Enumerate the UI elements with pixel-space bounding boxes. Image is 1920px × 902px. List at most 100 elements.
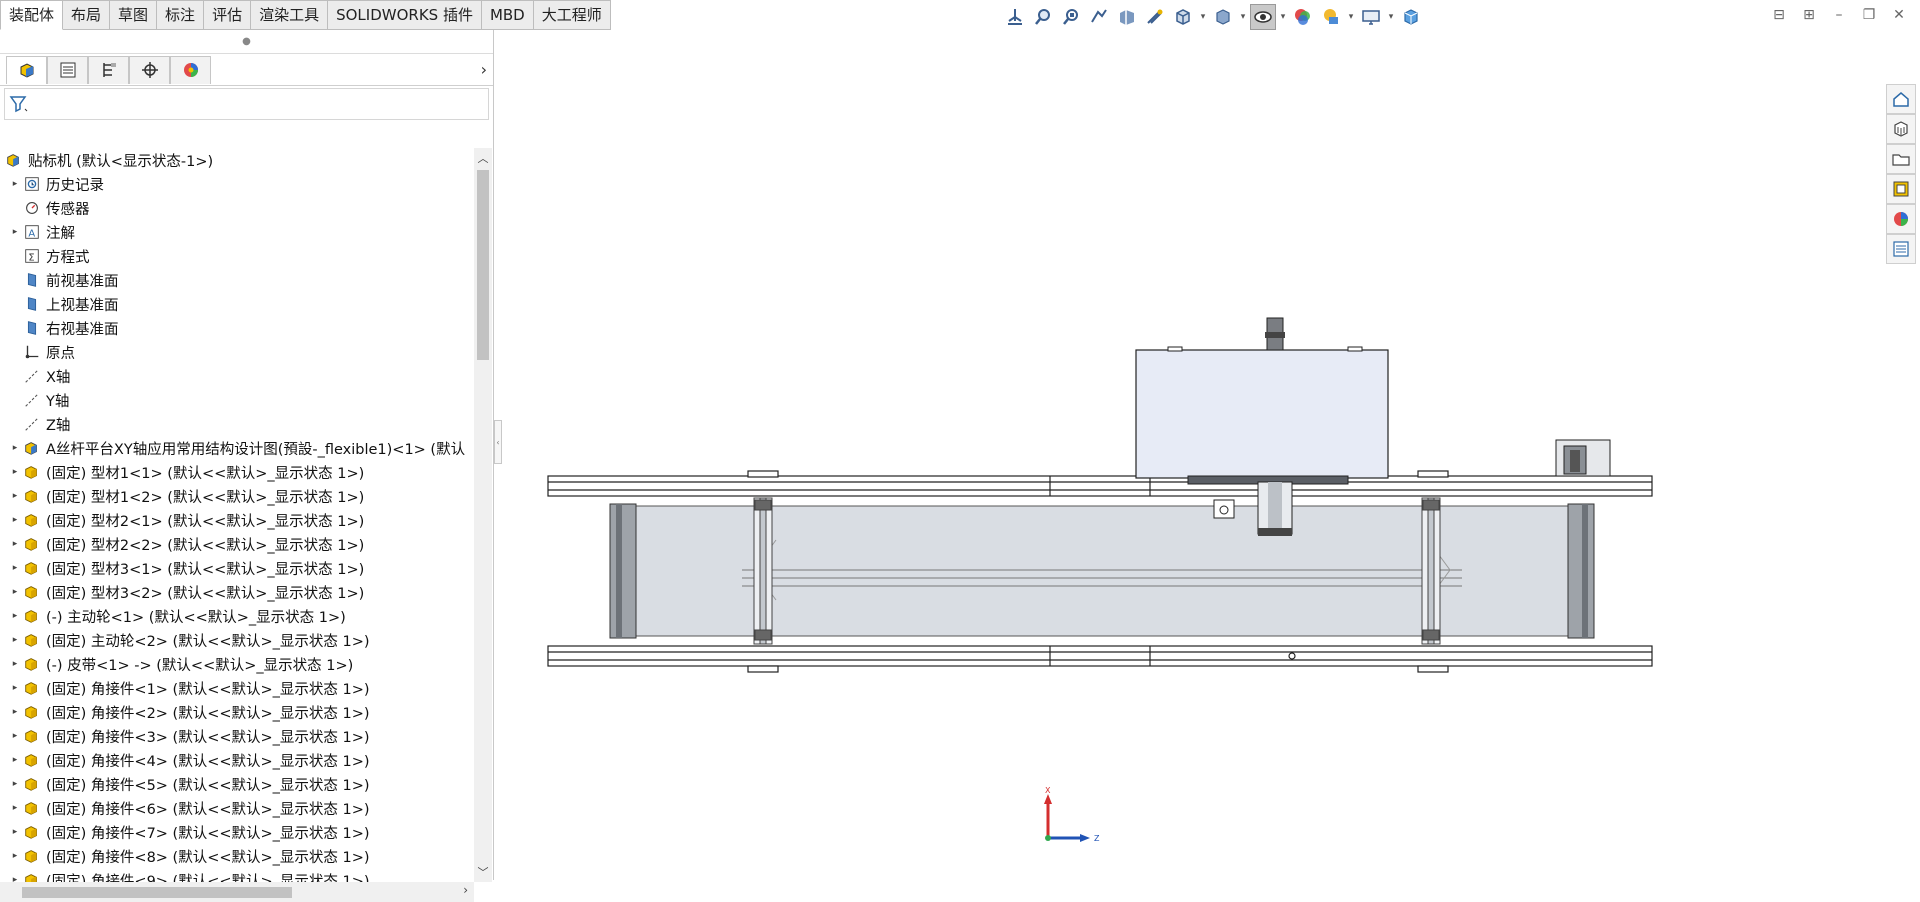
expand-arrow-icon[interactable]: ▸	[8, 227, 22, 237]
filter-icon[interactable]	[9, 94, 29, 114]
home-icon[interactable]	[1886, 84, 1916, 114]
view-orientation-cube-icon[interactable]	[1170, 4, 1196, 30]
panel-grip[interactable]: ●	[0, 30, 493, 54]
scroll-right-icon[interactable]: ›	[463, 883, 468, 897]
propertymanager-icon[interactable]	[47, 55, 88, 84]
tree-item[interactable]: ▸ (固定) 型材2<1> (默认<<默认>_显示状态 1>)	[0, 508, 474, 532]
command-tab[interactable]: 渲染工具	[251, 0, 329, 30]
tree-item[interactable]: ▸ (固定) 角接件<4> (默认<<默认>_显示状态 1>)	[0, 748, 474, 772]
tree-item[interactable]: ▸ (固定) 型材3<2> (默认<<默认>_显示状态 1>)	[0, 580, 474, 604]
tree-item[interactable]: ▸ (固定) 型材3<1> (默认<<默认>_显示状态 1>)	[0, 556, 474, 580]
tree-item[interactable]: ▸ A丝杆平台XY轴应用常用结构设计图(預設-_flexible1)<1> (默认	[0, 436, 474, 460]
tree-item[interactable]: ▸ (固定) 角接件<3> (默认<<默认>_显示状态 1>)	[0, 724, 474, 748]
tree-item[interactable]: Σ 方程式	[0, 244, 474, 268]
zoom-to-area-icon[interactable]	[1058, 4, 1084, 30]
expand-arrow-icon[interactable]: ▸	[8, 611, 22, 621]
scroll-up-icon[interactable]: ︿	[474, 150, 492, 166]
expand-arrow-icon[interactable]: ▸	[8, 587, 22, 597]
section-view-icon[interactable]	[1114, 4, 1140, 30]
tree-item[interactable]: ▸ (固定) 角接件<2> (默认<<默认>_显示状态 1>)	[0, 700, 474, 724]
command-tab[interactable]: 大工程师	[533, 0, 611, 30]
scrollbar-thumb[interactable]	[22, 887, 292, 898]
tree-item[interactable]: X轴	[0, 364, 474, 388]
chevron-down-icon[interactable]: ▾	[1278, 12, 1288, 22]
chevron-down-icon[interactable]: ▾	[1346, 12, 1356, 22]
tree-item[interactable]: ▸ (固定) 型材1<2> (默认<<默认>_显示状态 1>)	[0, 484, 474, 508]
tree-item[interactable]: 右视基准面	[0, 316, 474, 340]
design-library-icon[interactable]	[1886, 114, 1916, 144]
expand-arrow-icon[interactable]: ▸	[8, 803, 22, 813]
restore-down-icon[interactable]: ⊟	[1770, 6, 1788, 24]
appearances-icon[interactable]	[1886, 204, 1916, 234]
tree-horizontal-scrollbar[interactable]: ›	[0, 882, 474, 902]
command-tab[interactable]: 布局	[63, 0, 111, 30]
tree-item[interactable]: 贴标机 (默认<显示状态-1>)	[0, 148, 474, 172]
tree-item[interactable]: ▸ 历史记录	[0, 172, 474, 196]
custom-properties-icon[interactable]	[1886, 234, 1916, 264]
expand-arrow-icon[interactable]: ▸	[8, 563, 22, 573]
expand-arrow-icon[interactable]: ▸	[8, 635, 22, 645]
panel-splitter[interactable]: ‹	[494, 420, 502, 464]
view-orientation-icon[interactable]	[1002, 4, 1028, 30]
configurationmanager-icon[interactable]	[88, 55, 129, 84]
scroll-down-icon[interactable]: ﹀	[474, 864, 492, 880]
chevron-down-icon[interactable]: ▾	[1238, 12, 1248, 22]
tree-item[interactable]: ▸ (固定) 主动轮<2> (默认<<默认>_显示状态 1>)	[0, 628, 474, 652]
tree-item[interactable]: Z轴	[0, 412, 474, 436]
apply-scene-icon[interactable]	[1318, 4, 1344, 30]
tree-item[interactable]: ▸ (-) 主动轮<1> (默认<<默认>_显示状态 1>)	[0, 604, 474, 628]
expand-arrow-icon[interactable]: ▸	[8, 467, 22, 477]
monitor-icon[interactable]	[1358, 4, 1384, 30]
displaymanager-icon[interactable]	[170, 55, 211, 84]
expand-arrow-icon[interactable]: ▸	[8, 827, 22, 837]
expand-arrow-icon[interactable]: ▸	[8, 731, 22, 741]
chevron-down-icon[interactable]: ▾	[1386, 12, 1396, 22]
tree-item[interactable]: ▸ (固定) 角接件<8> (默认<<默认>_显示状态 1>)	[0, 844, 474, 868]
expand-arrow-icon[interactable]: ▸	[8, 683, 22, 693]
expand-arrow-icon[interactable]: ▸	[8, 851, 22, 861]
tree-item[interactable]: ▸ (固定) 角接件<6> (默认<<默认>_显示状态 1>)	[0, 796, 474, 820]
minimize-icon[interactable]: –	[1830, 6, 1848, 24]
close-icon[interactable]: ✕	[1890, 6, 1908, 24]
previous-view-icon[interactable]	[1086, 4, 1112, 30]
tree-item[interactable]: ▸ A 注解	[0, 220, 474, 244]
chevron-down-icon[interactable]: ▾	[1198, 12, 1208, 22]
tree-item[interactable]: Y轴	[0, 388, 474, 412]
tile-icon[interactable]: ⊞	[1800, 6, 1818, 24]
expand-arrow-icon[interactable]: ▸	[8, 539, 22, 549]
command-tab[interactable]: MBD	[481, 0, 534, 30]
command-tab[interactable]: 装配体	[0, 0, 64, 30]
tree-item[interactable]: ▸ (固定) 角接件<5> (默认<<默认>_显示状态 1>)	[0, 772, 474, 796]
command-tab[interactable]: 评估	[204, 0, 252, 30]
expand-arrow-icon[interactable]: ▸	[8, 491, 22, 501]
edit-appearance-icon[interactable]	[1290, 4, 1316, 30]
3d-cube-icon[interactable]	[1398, 4, 1424, 30]
tree-item[interactable]: ▸ (固定) 型材2<2> (默认<<默认>_显示状态 1>)	[0, 532, 474, 556]
display-style-icon[interactable]	[1210, 4, 1236, 30]
chevron-right-icon[interactable]: ›	[481, 60, 487, 79]
expand-arrow-icon[interactable]: ▸	[8, 179, 22, 189]
tree-item[interactable]: ▸ (固定) 角接件<7> (默认<<默认>_显示状态 1>)	[0, 820, 474, 844]
tree-item[interactable]: 原点	[0, 340, 474, 364]
dynamic-annotation-icon[interactable]	[1142, 4, 1168, 30]
tree-item[interactable]: ▸ (固定) 角接件<1> (默认<<默认>_显示状态 1>)	[0, 676, 474, 700]
hide-show-items-icon[interactable]	[1250, 4, 1276, 30]
expand-arrow-icon[interactable]: ▸	[8, 659, 22, 669]
zoom-to-fit-icon[interactable]	[1030, 4, 1056, 30]
expand-arrow-icon[interactable]: ▸	[8, 755, 22, 765]
maximize-icon[interactable]: ❐	[1860, 6, 1878, 24]
tree-item[interactable]: ▸ (固定) 型材1<1> (默认<<默认>_显示状态 1>)	[0, 460, 474, 484]
filter-bar[interactable]	[4, 88, 489, 120]
graphics-area[interactable]: X Z	[502, 30, 1882, 880]
expand-arrow-icon[interactable]: ▸	[8, 707, 22, 717]
command-tab[interactable]: 草图	[110, 0, 158, 30]
tree-item[interactable]: 上视基准面	[0, 292, 474, 316]
assembly-model[interactable]	[502, 30, 1882, 880]
scrollbar-thumb[interactable]	[477, 170, 489, 360]
expand-arrow-icon[interactable]: ▸	[8, 779, 22, 789]
tree-vertical-scrollbar[interactable]: ︿ ﹀	[474, 148, 492, 882]
expand-arrow-icon[interactable]: ▸	[8, 443, 22, 453]
tree-item[interactable]: 传感器	[0, 196, 474, 220]
expand-arrow-icon[interactable]: ▸	[8, 515, 22, 525]
file-explorer-icon[interactable]	[1886, 144, 1916, 174]
